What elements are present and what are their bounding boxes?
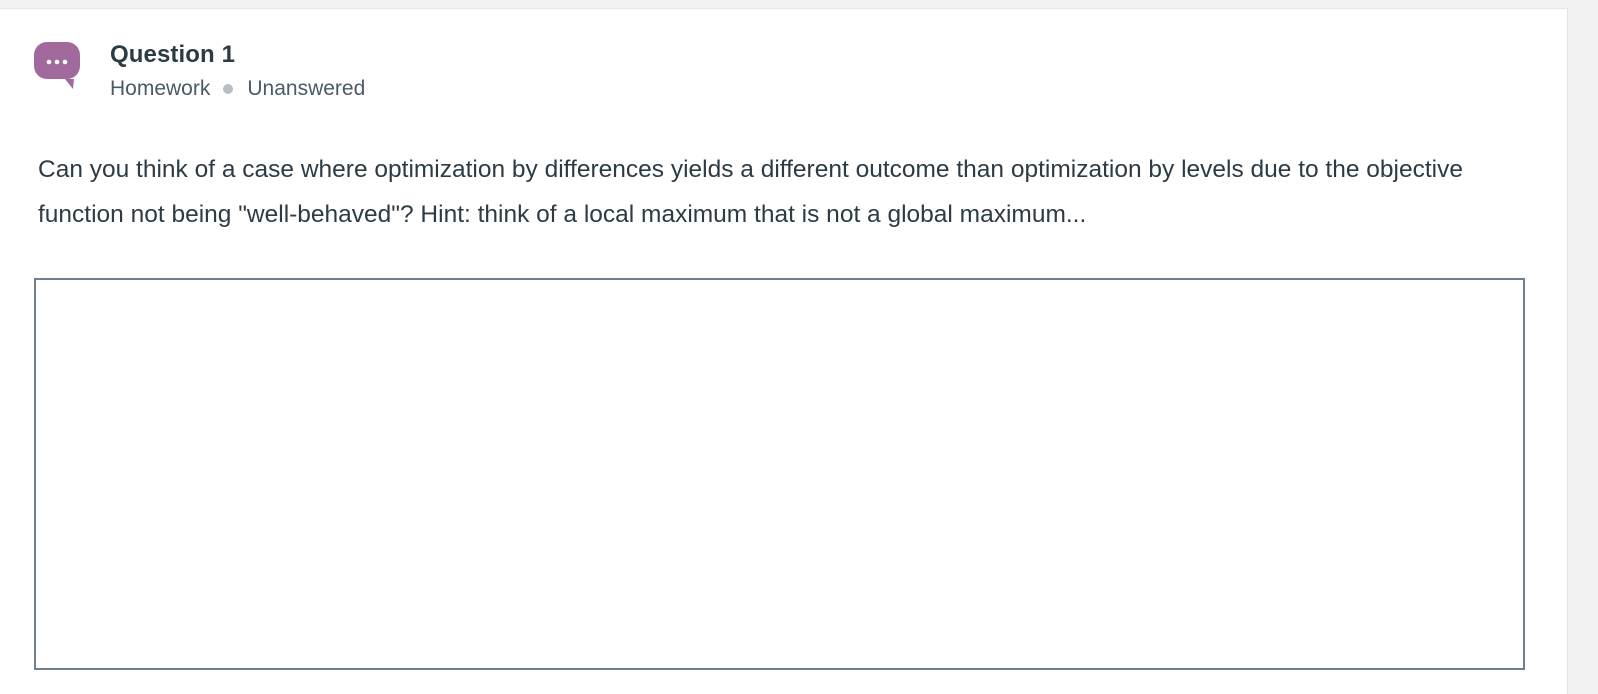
question-meta: Homework Unanswered: [110, 76, 365, 102]
separator-dot: [223, 84, 234, 94]
question-prompt: Can you think of a case where optimizati…: [38, 156, 1463, 228]
question-title: Question 1: [110, 41, 236, 68]
speech-bubble-ellipsis-icon: [34, 42, 80, 90]
question-category: Homework: [110, 77, 211, 100]
answer-textarea[interactable]: [34, 278, 1525, 670]
question-status: Unanswered: [247, 77, 366, 100]
question-card: Question 1 Homework Unanswered Can you t…: [0, 8, 1568, 694]
question-header: Question 1 Homework Unanswered: [110, 40, 365, 102]
